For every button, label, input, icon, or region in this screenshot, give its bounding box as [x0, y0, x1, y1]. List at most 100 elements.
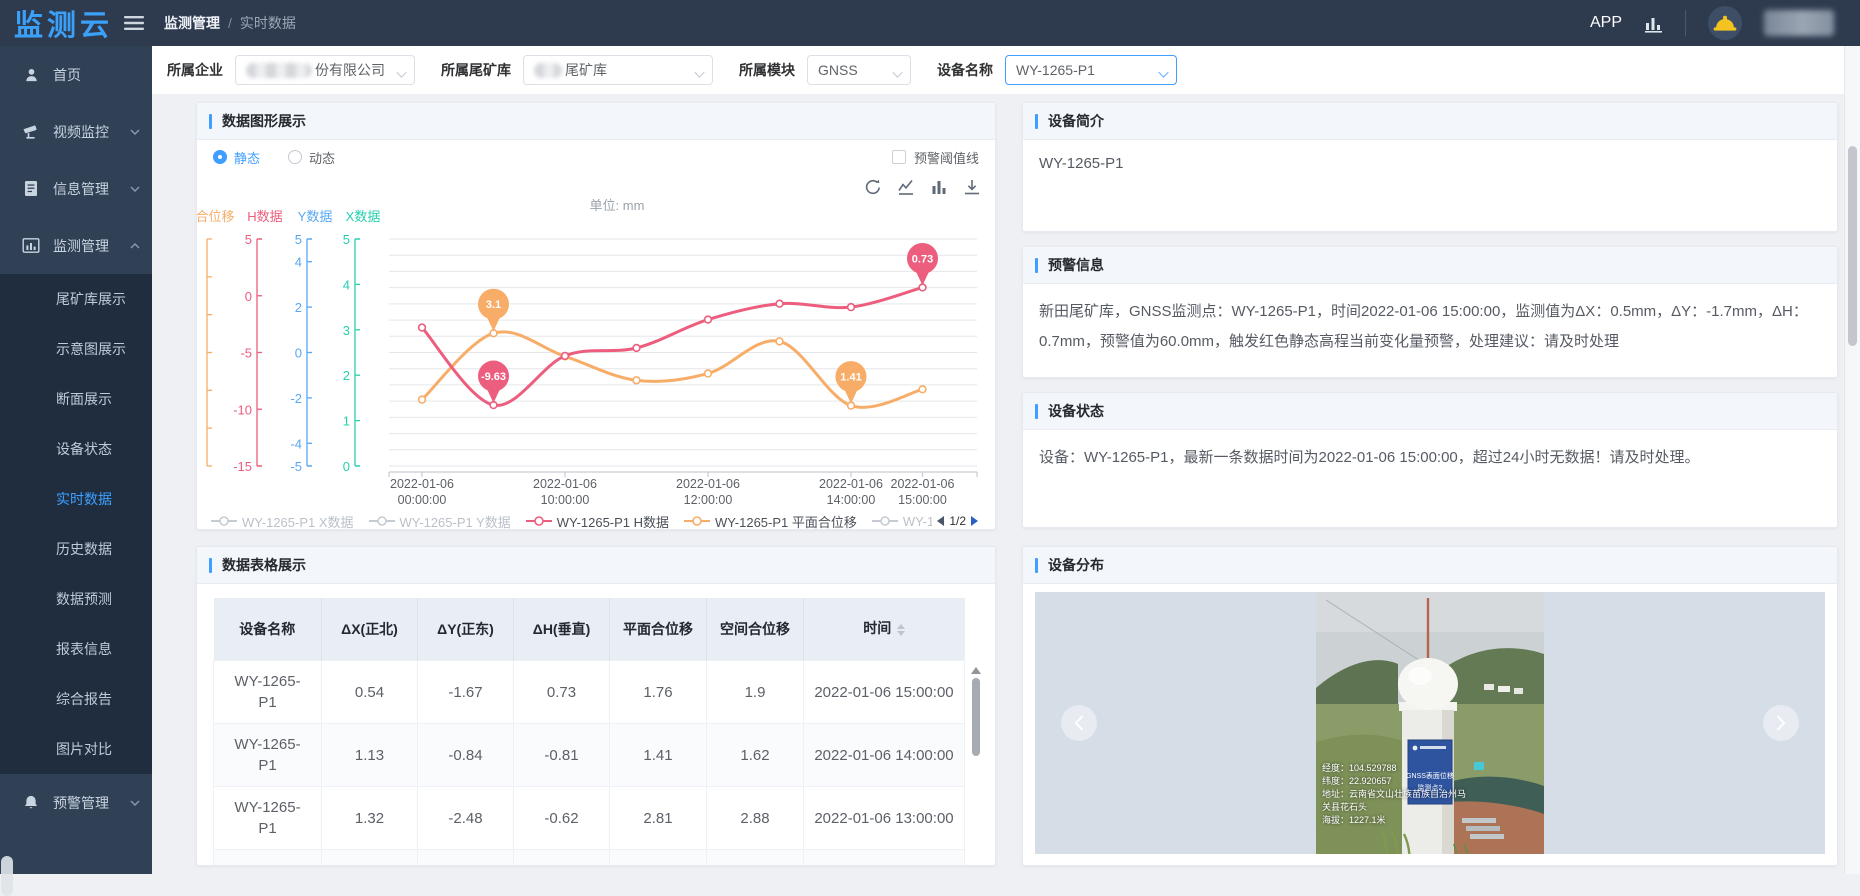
legend-marker-icon — [211, 516, 237, 526]
pond-select[interactable]: 尾矿库 — [523, 55, 713, 85]
table-row[interactable]: WY-1265-P11.32-2.48-0.622.812.882022-01-… — [214, 787, 965, 850]
sidebar-subitem[interactable]: 报表信息 — [0, 624, 152, 674]
legend-pager: 1/2 — [932, 514, 983, 528]
legend-item[interactable]: WY-1265-P1 平面合位移 — [684, 512, 857, 531]
sidebar-item-label: 首页 — [53, 65, 81, 85]
accent-bar — [209, 114, 212, 129]
sidebar-item-monitor[interactable]: 监测管理 — [0, 217, 152, 274]
table-column-header: ΔY(正东) — [418, 598, 514, 661]
menu-toggle-icon[interactable] — [124, 15, 144, 31]
right-column: 设备简介 WY-1265-P1 预警信息 新田尾矿库，GNSS监测点：WY-12… — [1022, 102, 1838, 866]
device-intro-panel: 设备简介 WY-1265-P1 — [1022, 102, 1838, 232]
svg-text:-4: -4 — [290, 436, 302, 451]
table-column-header[interactable]: 时间 — [804, 598, 965, 661]
legend-item[interactable]: WY-1265-P1 H数据 — [526, 512, 669, 531]
bar-chart-icon[interactable] — [930, 178, 948, 196]
table-cell: 2.81 — [610, 787, 707, 850]
page-scrollbar — [1844, 46, 1860, 874]
panel-header: 数据图形展示 — [197, 103, 995, 140]
page-scrollbar-thumb[interactable] — [1848, 146, 1857, 346]
legend-marker-icon — [526, 516, 552, 526]
scrollbar-thumb[interactable] — [972, 678, 980, 756]
sidebar-subitem[interactable]: 数据预测 — [0, 574, 152, 624]
chevron-down-icon — [892, 67, 902, 77]
table-row[interactable]: WY-1265-P1 — [214, 850, 965, 867]
sidebar-scrollbar-thumb[interactable] — [1, 856, 13, 896]
main-area: 所属企业 份有限公司 所属尾矿库 尾矿库 所属模块 GNSS 设备名称 WY-1… — [152, 46, 1845, 874]
sidebar-item-info[interactable]: 信息管理 — [0, 160, 152, 217]
table-cell: 0.73 — [514, 661, 610, 724]
svg-text:14:00:00: 14:00:00 — [827, 493, 876, 507]
screen-chart-icon[interactable] — [1644, 14, 1663, 33]
breadcrumb-current: 实时数据 — [240, 13, 296, 33]
table-cell: 0.54 — [322, 661, 418, 724]
sidebar-item-warning[interactable]: 预警管理 — [0, 774, 152, 831]
sidebar-item-video[interactable]: 视频监控 — [0, 103, 152, 160]
sidebar-subitem[interactable]: 历史数据 — [0, 524, 152, 574]
download-icon[interactable] — [963, 178, 981, 196]
threshold-checkbox[interactable]: 预警阈值线 — [892, 148, 979, 167]
scroll-up-icon[interactable] — [971, 662, 981, 674]
table-cell: 1.13 — [322, 724, 418, 787]
legend-next-icon[interactable] — [971, 516, 983, 526]
legend-item[interactable]: WY-1265- — [872, 514, 932, 529]
sidebar-subitem[interactable]: 图片对比 — [0, 724, 152, 774]
table-row[interactable]: WY-1265-P11.13-0.84-0.811.411.622022-01-… — [214, 724, 965, 787]
carousel-next-button[interactable] — [1763, 705, 1799, 741]
table-cell — [707, 850, 804, 867]
table-cell: WY-1265-P1 — [214, 787, 322, 850]
refresh-icon[interactable] — [864, 178, 882, 196]
legend-prev-icon[interactable] — [932, 516, 944, 526]
legend-item[interactable]: WY-1265-P1 X数据 — [211, 512, 354, 531]
table-cell: -0.84 — [418, 724, 514, 787]
table-column-header: ΔH(垂直) — [514, 598, 610, 661]
sidebar-subitem[interactable]: 设备状态 — [0, 424, 152, 474]
module-select[interactable]: GNSS — [807, 55, 911, 85]
sidebar-subitem[interactable]: 断面展示 — [0, 374, 152, 424]
sidebar-item-home[interactable]: 首页 — [0, 46, 152, 103]
table-cell: -2.48 — [418, 787, 514, 850]
sort-carets-icon[interactable] — [897, 620, 905, 640]
svg-text:2022-01-06: 2022-01-06 — [390, 477, 454, 491]
table-row[interactable]: WY-1265-P10.54-1.670.731.761.92022-01-06… — [214, 661, 965, 724]
filter-label: 所属模块 — [739, 60, 795, 80]
filter-label: 设备名称 — [937, 60, 993, 80]
svg-text:2: 2 — [295, 300, 302, 315]
legend-marker-icon — [684, 516, 710, 526]
table-column-header: ΔX(正北) — [322, 598, 418, 661]
svg-text:单位: mm: 单位: mm — [590, 198, 645, 213]
dynamic-mode-radio[interactable]: 动态 — [288, 148, 335, 167]
device-select[interactable]: WY-1265-P1 — [1005, 55, 1177, 85]
app-link[interactable]: APP — [1590, 14, 1622, 32]
line-chart-icon[interactable] — [897, 178, 915, 196]
accent-bar — [209, 558, 212, 573]
accent-bar — [1035, 558, 1038, 573]
sidebar-subitem[interactable]: 综合报告 — [0, 674, 152, 724]
table-cell: -1.67 — [418, 661, 514, 724]
breadcrumb-section[interactable]: 监测管理 — [164, 13, 220, 33]
line-chart[interactable]: 单位: mm合位移H数据50-5-10-15Y数据5420-2-4-5X数据54… — [197, 174, 996, 510]
static-mode-radio[interactable]: 静态 — [213, 148, 260, 167]
sidebar-subitem[interactable]: 实时数据 — [0, 474, 152, 524]
company-select[interactable]: 份有限公司 — [235, 55, 415, 85]
data-table-wrap: 设备名称ΔX(正北)ΔY(正东)ΔH(垂直)平面合位移空间合位移时间 WY-12… — [213, 598, 979, 866]
svg-text:-15: -15 — [233, 459, 252, 474]
svg-text:4: 4 — [295, 255, 302, 270]
sidebar-subitem[interactable]: 尾矿库展示 — [0, 274, 152, 324]
svg-text:Y数据: Y数据 — [298, 209, 333, 224]
chevron-up-icon — [130, 243, 140, 249]
username-redacted[interactable] — [1764, 10, 1834, 36]
photo-geo-line: 地址：云南省文山壮族苗族自治州马关县花石头 — [1322, 788, 1472, 814]
bell-icon — [22, 794, 40, 812]
table-cell: 2022-01-06 13:00:00 — [804, 787, 965, 850]
photo-carousel: GNSS表面位移 监测点2 经度：104.529788纬度：22.920657地… — [1035, 592, 1825, 854]
chart-legend: WY-1265-P1 X数据 WY-1265-P1 Y数据 WY-1265-P1 H… — [197, 510, 995, 530]
safety-helmet-icon[interactable] — [1708, 6, 1742, 40]
legend-item[interactable]: WY-1265-P1 Y数据 — [369, 512, 511, 531]
sidebar-subitem[interactable]: 示意图展示 — [0, 324, 152, 374]
carousel-prev-button[interactable] — [1061, 705, 1097, 741]
redacted-text — [246, 63, 312, 78]
photo-geo-line: 纬度：22.920657 — [1322, 775, 1472, 788]
svg-text:-2: -2 — [290, 391, 302, 406]
svg-text:合位移: 合位移 — [197, 209, 235, 224]
